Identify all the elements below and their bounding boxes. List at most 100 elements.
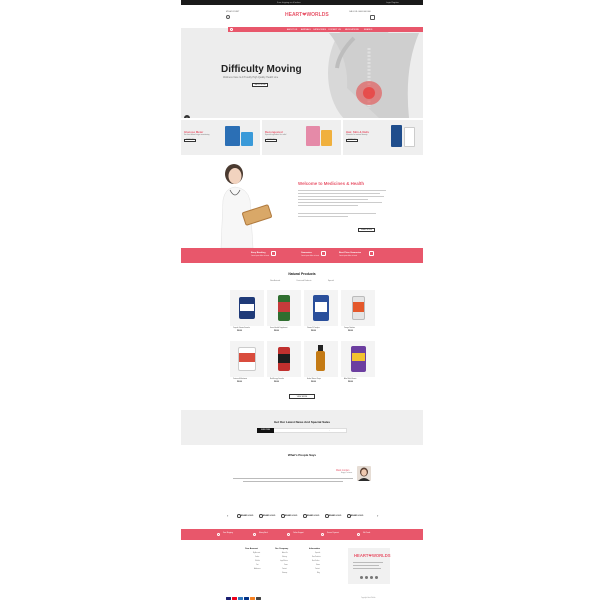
category-banners: Glucose Meter For best blood sugar monit… (181, 120, 423, 155)
product-name[interactable]: Green Herbal Supplement (270, 328, 287, 329)
copyright-text: Copyright Heart Worlds (361, 598, 376, 599)
promo-text: Free shipping on all orders (277, 1, 301, 4)
footer-link[interactable]: Specials (315, 553, 320, 554)
footer-link[interactable]: My Account (253, 553, 260, 554)
footer-link[interactable]: New Products (312, 557, 321, 558)
product-card[interactable] (267, 341, 301, 377)
footer-link[interactable]: Blog (317, 573, 320, 574)
hero-shop-button[interactable]: SHOP NOW (252, 83, 268, 87)
tab-featured[interactable]: Featured Products (297, 280, 312, 282)
footer-link[interactable]: Stores (316, 565, 320, 566)
product-price: $30.00 (311, 331, 316, 332)
product-card[interactable] (267, 290, 301, 326)
nav-item-contact[interactable]: CONTACT US (328, 29, 341, 31)
tab-special[interactable]: Special (328, 280, 334, 282)
product-card[interactable] (341, 341, 375, 377)
footer-logo[interactable]: HEART❤WORLDS (354, 553, 391, 558)
footer-link[interactable]: Cart (256, 565, 259, 566)
footer-link[interactable]: Orders (255, 557, 259, 558)
product-name[interactable]: Herbal Extract Drops (307, 379, 321, 380)
nav-item-categories[interactable]: CATEGORIES (313, 29, 326, 31)
product-name[interactable]: Centrum Multivitamin (233, 379, 247, 380)
logo-suffix: WORLDS (306, 12, 329, 18)
login-links[interactable]: Login Register (386, 2, 399, 4)
footer-strip-item: Free Shipping (223, 533, 233, 534)
footer-link[interactable]: Best Sellers (312, 561, 319, 562)
price-tag-icon (369, 251, 374, 256)
product-name[interactable]: Vitamin B Complex (307, 328, 320, 329)
product-card[interactable] (304, 290, 338, 326)
footer-link[interactable]: Wishlist (255, 561, 260, 562)
category-card-glucose[interactable]: Glucose Meter For best blood sugar monit… (181, 120, 260, 155)
footer-link[interactable]: Terms (284, 565, 288, 566)
brand-carousel: BRAND LOGO BRAND LOGO BRAND LOGO BRAND L… (181, 511, 423, 523)
google-plus-icon[interactable] (370, 576, 373, 579)
nav-item-brands[interactable]: BRANDS (364, 29, 372, 31)
nav-item-about[interactable]: ABOUT US (287, 29, 297, 31)
footer-link[interactable]: Legal Notice (280, 561, 288, 562)
pinterest-icon[interactable] (375, 576, 378, 579)
facebook-icon[interactable] (360, 576, 363, 579)
footer-link[interactable]: Addresses (254, 569, 261, 570)
feature-title: Easy Booking (251, 252, 266, 254)
glucose-box-image (241, 132, 253, 146)
amex-icon (238, 597, 243, 600)
category-shop-button[interactable]: SHOP NOW (346, 139, 358, 142)
category-card-decongested[interactable]: Decongested Special ingredient for relie… (262, 120, 341, 155)
category-shop-button[interactable]: SHOP NOW (184, 139, 196, 142)
footer-text-line (353, 565, 379, 566)
welcome-section: Welcome to Medicines & Health READ MORE (181, 160, 423, 249)
footer-col-title: Our Company (275, 548, 289, 550)
visa-icon (226, 597, 231, 600)
product-card[interactable] (230, 341, 264, 377)
footer-link[interactable]: Delivery (282, 557, 287, 558)
footer-link[interactable]: Contact (315, 569, 320, 570)
gift-icon (357, 532, 360, 536)
brand-logo[interactable]: BRAND LOGO (303, 514, 321, 519)
product-name[interactable]: Red Energy Formula (270, 379, 284, 380)
product-label (240, 304, 254, 311)
phone-label: CALL US: 0000 000 000 (349, 11, 371, 13)
brand-logo[interactable]: BRAND LOGO (259, 514, 277, 519)
product-card[interactable] (230, 290, 264, 326)
footer-link[interactable]: About Us (282, 553, 288, 554)
product-card[interactable] (341, 290, 375, 326)
site-logo[interactable]: HEART❤WORLDS (285, 12, 329, 18)
brands-next-icon[interactable]: › (377, 513, 378, 518)
read-more-button[interactable]: READ MORE (358, 228, 375, 232)
product-card[interactable] (304, 341, 338, 377)
footer-link[interactable]: Sitemap (282, 573, 287, 574)
brand-logo[interactable]: BRAND LOGO (281, 514, 299, 519)
brand-logo[interactable]: BRAND LOGO (325, 514, 343, 519)
nav-item-arrivals[interactable]: ARRIVALS (301, 29, 311, 31)
support-icon (287, 532, 290, 536)
account-icon[interactable] (226, 15, 230, 19)
slider-prev-icon[interactable]: ‹ (184, 115, 190, 118)
product-price: $30.00 (237, 331, 242, 332)
footer-strip-item: Online Support (293, 533, 304, 534)
cart-icon[interactable] (370, 15, 375, 20)
nav-item-medications[interactable]: MEDICATIONS (345, 29, 359, 31)
category-shop-button[interactable]: SHOP NOW (265, 139, 277, 142)
product-name[interactable]: Alive Multi-Vitamin (344, 379, 356, 380)
product-name[interactable]: Omega Nutrition (344, 328, 355, 329)
search-icon[interactable] (230, 28, 233, 31)
category-card-hair-skin-nails[interactable]: Hair, Skin & Nails Vitamins for natural … (343, 120, 423, 155)
view-more-button[interactable]: VIEW MORE (289, 394, 315, 399)
brand-logo[interactable]: BRAND LOGO (347, 514, 365, 519)
brand-logo[interactable]: BRAND LOGO (237, 514, 255, 519)
product-price: $30.00 (274, 331, 279, 332)
footer-link[interactable]: Contact (282, 569, 287, 570)
account-label[interactable]: MY ACCOUNT (226, 11, 239, 13)
product-name[interactable]: Capsule Vitamin Formula (233, 328, 250, 329)
feature-title: Best Price Guarantee (339, 252, 362, 254)
footer-col-title: Information (309, 548, 320, 550)
payment-bar: Copyright Heart Worlds (181, 594, 423, 604)
tab-new-arrivals[interactable]: New Arrivals (270, 280, 280, 282)
subscribe-button[interactable]: SUBSCRIBE (257, 428, 274, 433)
site-header: MY ACCOUNT HEART❤WORLDS CALL US: 0000 00… (181, 5, 423, 27)
twitter-icon[interactable] (365, 576, 368, 579)
mastercard-icon (232, 597, 237, 600)
glucose-meter-image (225, 126, 240, 146)
footer-strip-item: Gift Cards (363, 533, 371, 534)
